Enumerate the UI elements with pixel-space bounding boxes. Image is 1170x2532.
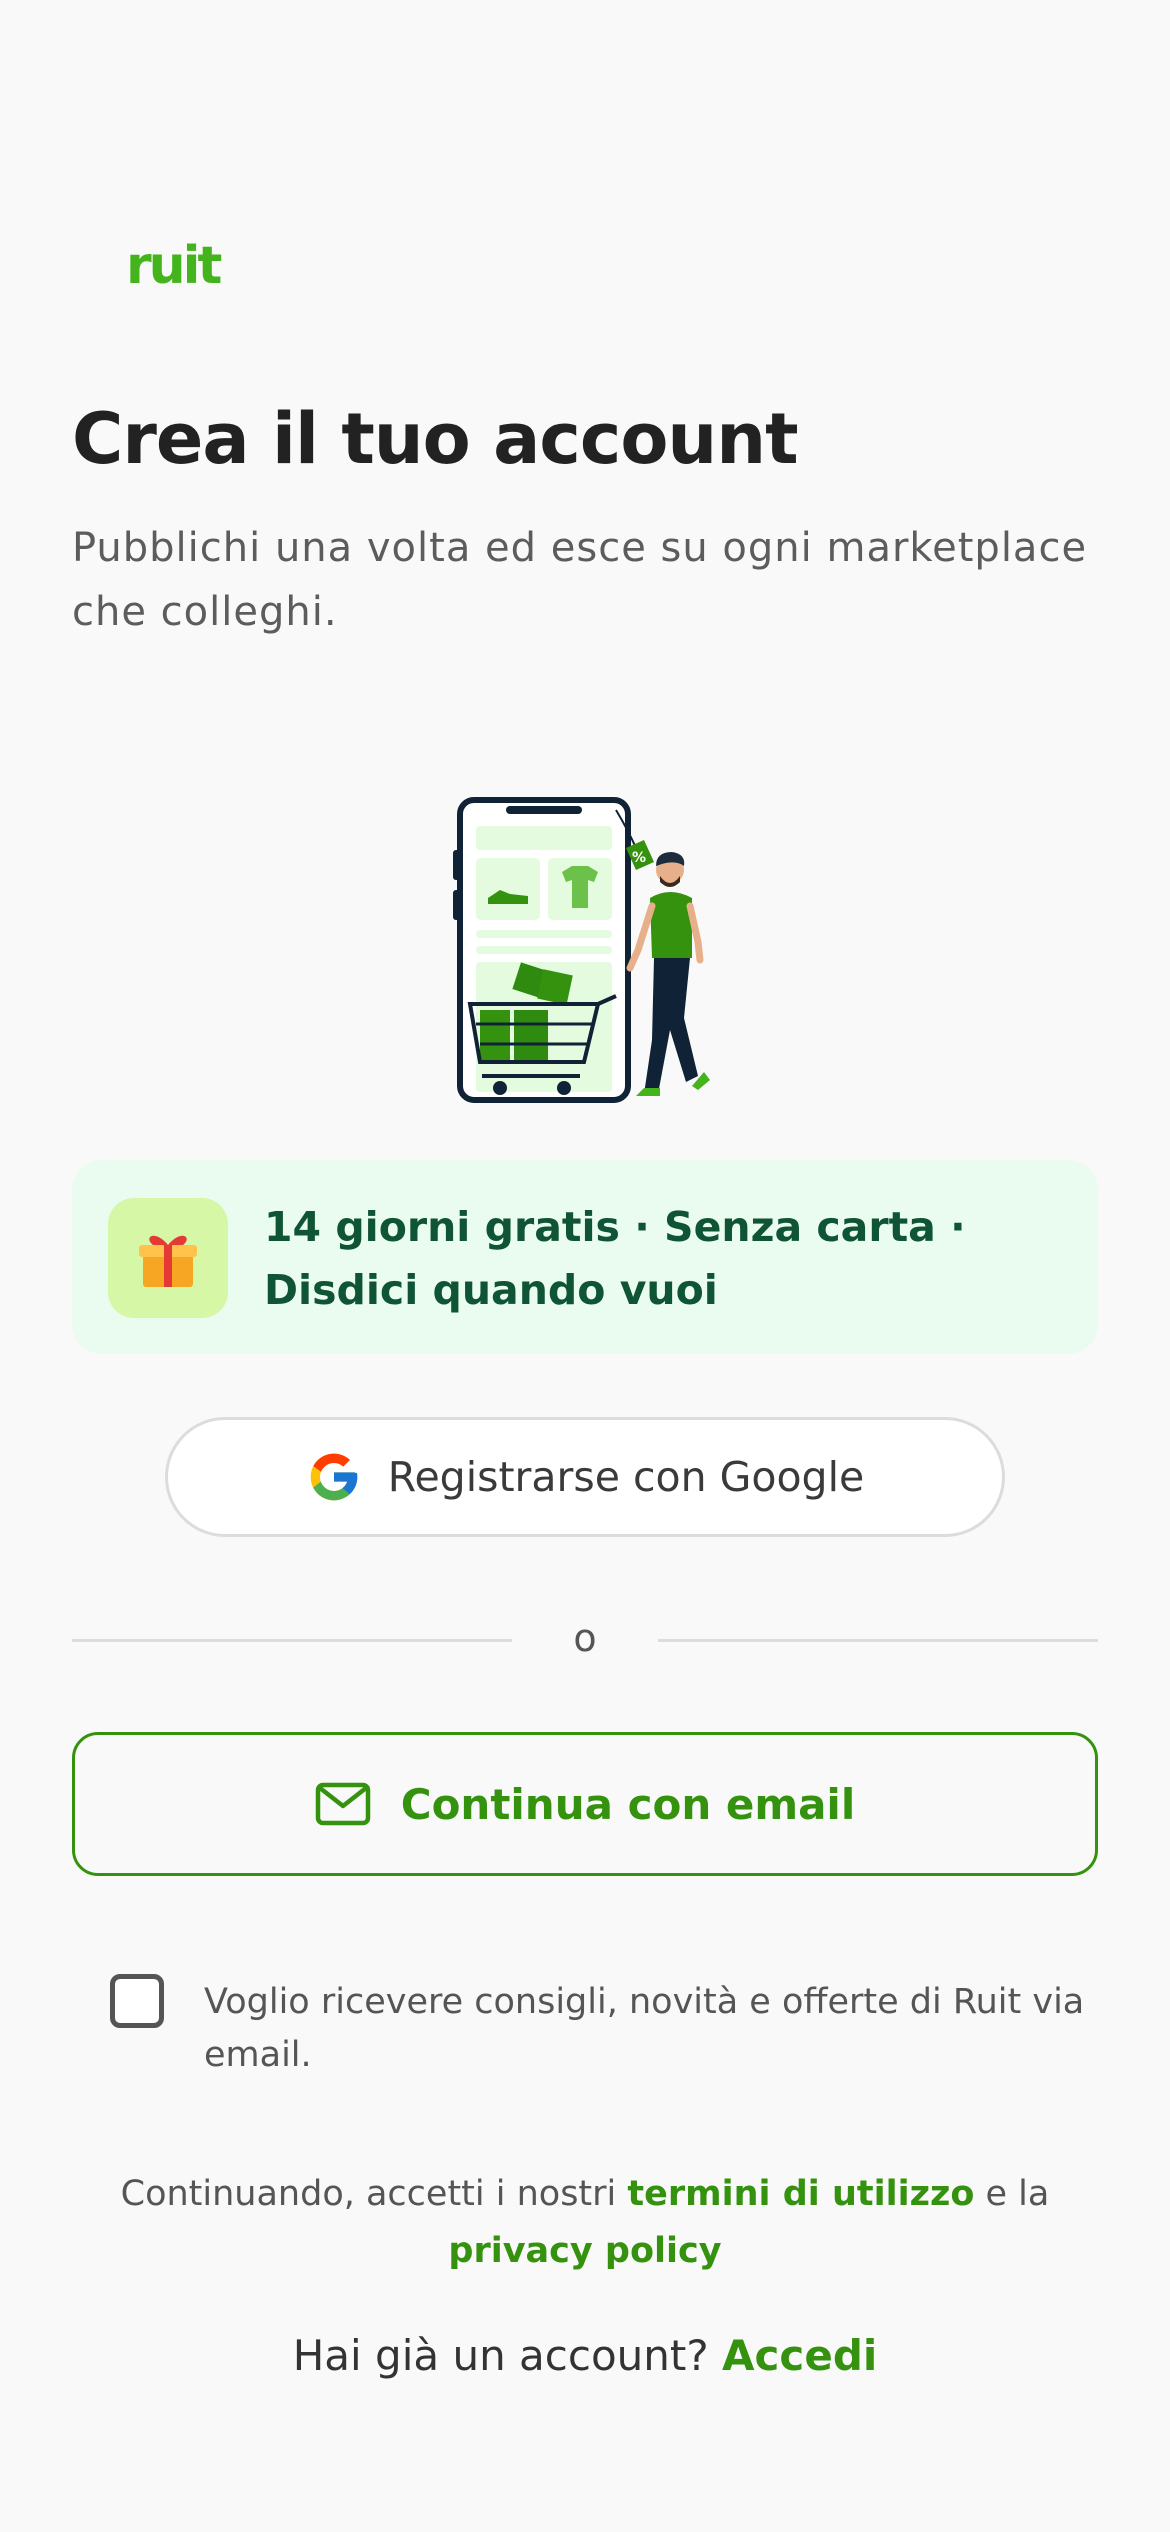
svg-text:%: % (632, 850, 646, 866)
email-signup-button[interactable]: Continua con email (72, 1732, 1098, 1876)
terms-joiner: e la (985, 2174, 1050, 2214)
ruit-logo: ruit (126, 236, 222, 296)
mail-icon (315, 1782, 370, 1826)
email-signup-label: Continua con email (400, 1779, 856, 1829)
trial-promo-text: 14 giorni gratis · Senza carta · Disdici… (264, 1203, 966, 1314)
divider-line-right (658, 1639, 1098, 1642)
shopping-illustration: % (453, 797, 710, 1103)
divider-text: o (573, 1616, 597, 1660)
login-prompt: Hai già un account? Accedi (72, 2326, 1098, 2386)
marketing-consent-checkbox[interactable] (110, 1974, 164, 2028)
divider-line-left (72, 1639, 512, 1642)
terms-notice: Continuando, accetti i nostri termini di… (72, 2166, 1098, 2280)
terms-prefix: Continuando, accetti i nostri (120, 2174, 617, 2214)
google-icon (310, 1453, 358, 1501)
page-subtitle: Pubblichi una volta ed esce su ogni mark… (72, 525, 1088, 635)
login-link[interactable]: Accedi (722, 2331, 877, 2380)
google-signup-button[interactable]: Registrarse con Google (165, 1417, 1005, 1537)
marketing-consent-label[interactable]: Voglio ricevere consigli, novità e offer… (204, 1976, 1104, 2082)
google-signup-label: Registrarse con Google (387, 1453, 865, 1501)
page-title: Crea il tuo account (72, 398, 799, 480)
gift-icon (108, 1198, 228, 1318)
privacy-policy-link[interactable]: privacy policy (448, 2231, 721, 2271)
signup-screen: ruit Crea il tuo account Pubblichi una v… (0, 0, 1170, 2532)
terms-of-use-link[interactable]: termini di utilizzo (627, 2174, 974, 2214)
login-prompt-text: Hai già un account? (292, 2331, 709, 2380)
trial-promo-banner: 14 giorni gratis · Senza carta · Disdici… (72, 1160, 1098, 1354)
